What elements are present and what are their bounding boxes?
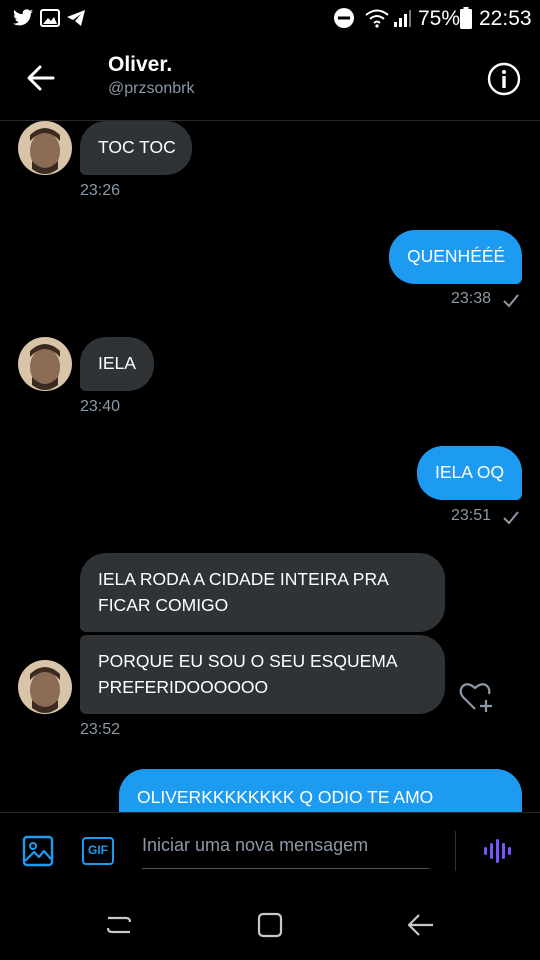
image-attach-icon[interactable] [22,835,54,867]
avatar[interactable] [18,660,72,714]
avatar-photo [18,337,72,391]
back-nav-icon[interactable] [407,913,435,937]
info-icon[interactable] [487,62,521,96]
input-underline [142,868,429,869]
message-bubble-outgoing[interactable]: IELA OQ [417,446,522,500]
message-text: QUENHÉÉÉ [407,246,506,266]
signal-icon [394,10,411,27]
message-bubble-incoming[interactable]: TOC TOC [80,121,192,175]
sent-check-icon [503,511,519,525]
clock: 22:53 [479,7,532,30]
status-bar: 75% 22:53 [0,0,540,38]
composer-divider [455,831,456,871]
avatar-photo [18,660,72,714]
voice-message-icon[interactable] [483,838,513,864]
battery-icon [460,7,472,29]
twitter-icon [13,9,33,26]
wifi-icon [365,9,389,28]
recent-apps-icon[interactable] [106,913,132,937]
system-nav-bar [0,886,540,960]
telegram-icon [67,10,85,26]
message-timestamp: 23:52 [80,721,121,738]
message-timestamp: 23:38 [451,290,492,307]
message-input[interactable]: Iniciar uma nova mensagem [142,835,368,856]
message-text: IELA OQ [435,462,505,482]
message-text: IELA RODA A CIDADE INTEIRA PRA FICAR COM… [98,569,388,615]
back-arrow-icon[interactable] [27,65,55,91]
message-text: TOC TOC [98,137,176,157]
message-bubble-incoming[interactable]: IELA [80,337,154,391]
message-composer: GIF Iniciar uma nova mensagem [0,812,540,887]
heart-add-icon[interactable] [459,680,495,714]
avatar-photo [18,121,72,175]
battery-percent: 75% [418,7,461,30]
message-text: IELA [98,353,136,373]
conversation-header: Oliver. @przsonbrk [0,38,540,121]
avatar[interactable] [18,121,72,175]
image-icon [40,9,60,27]
do-not-disturb-icon [334,8,354,28]
message-text: OLIVERKKKKKKKK Q ODIO TE AMO [137,787,434,807]
contact-name[interactable]: Oliver. [108,53,172,77]
message-bubble-outgoing[interactable]: QUENHÉÉÉ [389,230,522,284]
message-bubble-incoming[interactable]: IELA RODA A CIDADE INTEIRA PRA FICAR COM… [80,553,445,632]
message-timestamp: 23:51 [451,507,492,524]
gif-button[interactable]: GIF [82,837,114,865]
message-bubble-incoming[interactable]: PORQUE EU SOU O SEU ESQUEMA PREFERIDOOOO… [80,635,445,714]
gif-label: GIF [88,843,108,857]
message-text: PORQUE EU SOU O SEU ESQUEMA PREFERIDOOOO… [98,651,397,697]
sent-check-icon [503,294,519,308]
message-timestamp: 23:26 [80,182,121,199]
avatar[interactable] [18,337,72,391]
message-timestamp: 23:40 [80,398,121,415]
home-icon[interactable] [257,912,283,938]
contact-handle: @przsonbrk [108,80,195,97]
